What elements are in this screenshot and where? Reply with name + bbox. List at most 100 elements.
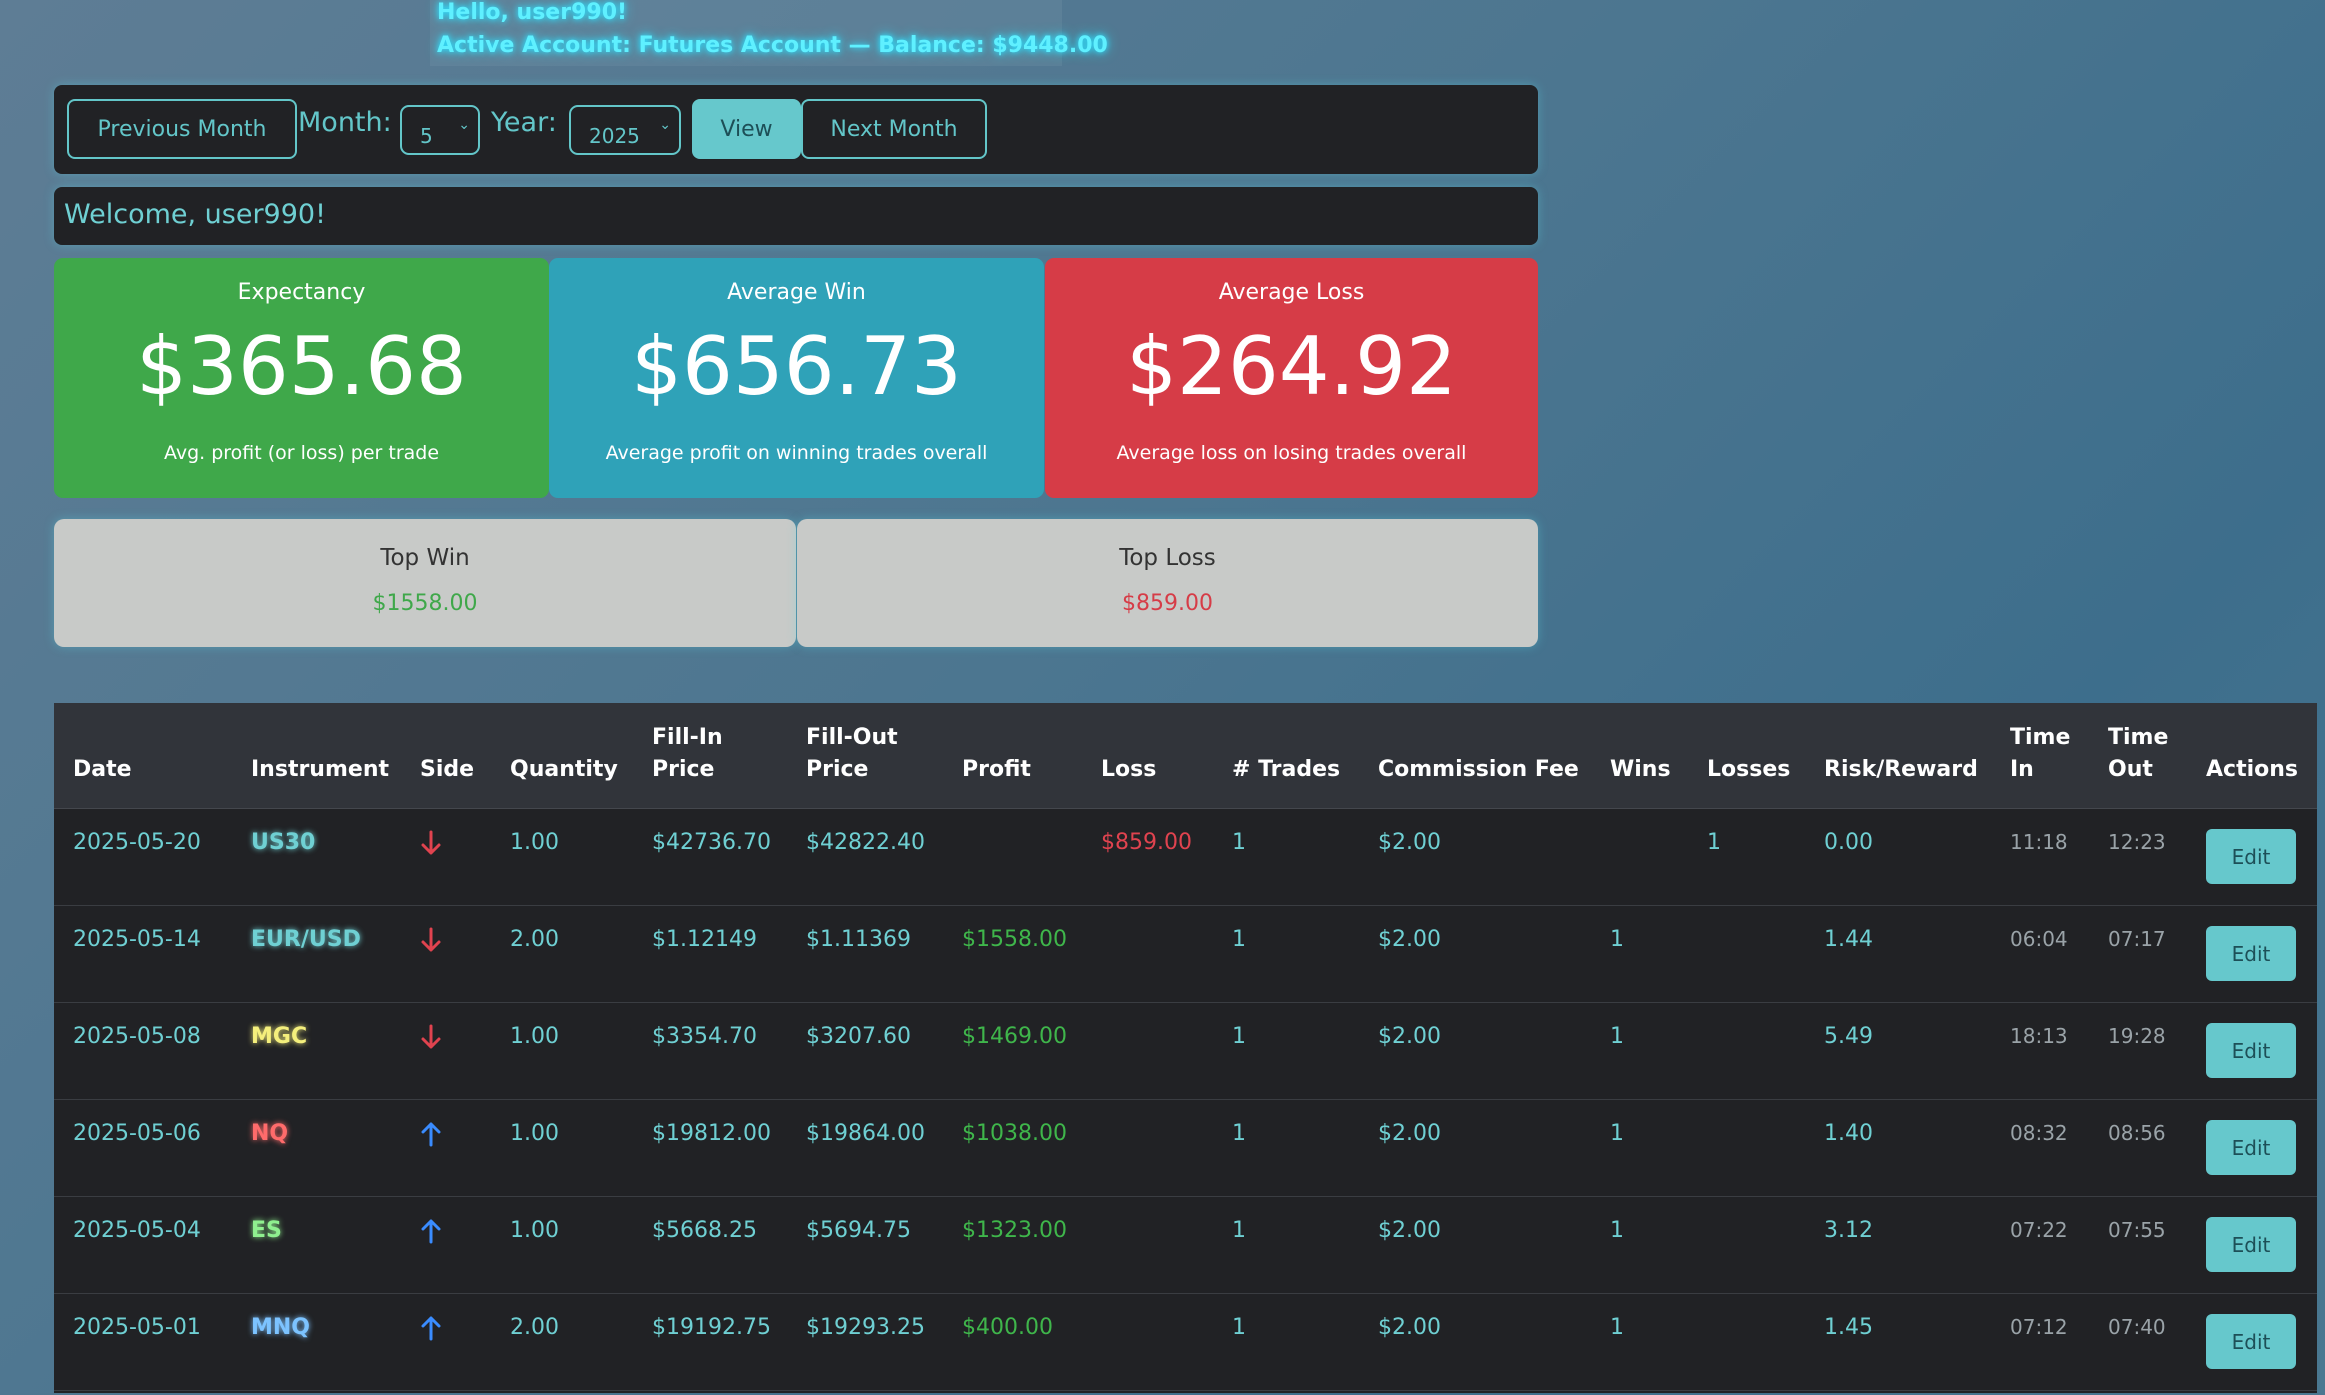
cell-profit: $1038.00 — [962, 1121, 1067, 1146]
header-fill-in-line2: Price — [652, 757, 715, 782]
cell-fill-in: $5668.25 — [652, 1218, 757, 1243]
cell-fill-out: $1.11369 — [806, 927, 911, 952]
edit-button[interactable]: Edit — [2206, 1023, 2296, 1078]
cell-trades: 1 — [1232, 1315, 1246, 1340]
header-loss: Loss — [1101, 757, 1157, 782]
expectancy-card: Expectancy $365.68 Avg. profit (or loss)… — [54, 258, 549, 498]
cell-instrument: ES — [251, 1218, 282, 1243]
year-select[interactable]: 2025 ⌄ — [569, 105, 681, 155]
edit-button[interactable]: Edit — [2206, 1217, 2296, 1272]
arrow-up-icon — [421, 1122, 441, 1147]
header-wins: Wins — [1610, 757, 1671, 782]
cell-time-out: 19:28 — [2108, 1024, 2166, 1048]
month-navigation: Previous Month Month: 5 ⌄ Year: 2025 ⌄ V… — [54, 85, 1538, 174]
cell-quantity: 2.00 — [510, 1315, 559, 1340]
card-subtitle: Avg. profit (or loss) per trade — [163, 442, 440, 464]
cell-commission: $2.00 — [1378, 1121, 1441, 1146]
cell-losses: 1 — [1707, 830, 1721, 855]
cell-date: 2025-05-14 — [73, 927, 201, 952]
header-fill-out-line2: Price — [806, 757, 869, 782]
arrow-up-icon — [421, 1219, 441, 1244]
cell-time-in: 18:13 — [2010, 1024, 2068, 1048]
cell-rr: 1.40 — [1824, 1121, 1873, 1146]
cell-time-out: 08:56 — [2108, 1121, 2166, 1145]
cell-instrument: EUR/USD — [251, 927, 361, 952]
cell-time-in: 06:04 — [2010, 927, 2068, 951]
next-month-button[interactable]: Next Month — [801, 99, 987, 159]
edit-button[interactable]: Edit — [2206, 829, 2296, 884]
welcome-text: Welcome, user990! — [64, 199, 326, 230]
cell-fill-out: $5694.75 — [806, 1218, 911, 1243]
table-row: 2025-05-06 NQ 1.00 $19812.00 $19864.00 $1038.… — [54, 1099, 2317, 1197]
header-fill-out-line1: Fill-Out — [806, 725, 898, 750]
cell-time-in: 07:12 — [2010, 1315, 2068, 1339]
cell-time-out: 07:40 — [2108, 1315, 2166, 1339]
header-profit: Profit — [962, 757, 1031, 782]
table-row: 2025-05-14 EUR/USD 2.00 $1.12149 $1.11369 $15… — [54, 905, 2317, 1003]
cell-rr: 0.00 — [1824, 830, 1873, 855]
previous-month-button[interactable]: Previous Month — [67, 99, 297, 159]
cell-trades: 1 — [1232, 1121, 1246, 1146]
header-time-in-line2: In — [2010, 757, 2034, 782]
header-date: Date — [73, 757, 132, 782]
header-actions: Actions — [2206, 757, 2298, 782]
cell-time-in: 08:32 — [2010, 1121, 2068, 1145]
cell-date: 2025-05-20 — [73, 830, 201, 855]
top-win-card: Top Win $1558.00 — [54, 519, 796, 647]
cell-fill-in: $1.12149 — [652, 927, 757, 952]
cell-time-out: 12:23 — [2108, 830, 2166, 854]
cell-quantity: 1.00 — [510, 1024, 559, 1049]
cell-commission: $2.00 — [1378, 830, 1441, 855]
table-row: 2025-05-04 ES 1.00 $5668.25 $5694.75 $1323.00… — [54, 1196, 2317, 1294]
cell-commission: $2.00 — [1378, 927, 1441, 952]
card-subtitle: Average profit on winning trades overall — [605, 442, 988, 464]
cell-trades: 1 — [1232, 927, 1246, 952]
cell-fill-out: $19864.00 — [806, 1121, 925, 1146]
cell-rr: 3.12 — [1824, 1218, 1873, 1243]
month-select[interactable]: 5 ⌄ — [400, 105, 480, 155]
header-time-out-line2: Out — [2108, 757, 2153, 782]
active-account-text: Active Account: Futures Account — Balanc… — [437, 33, 1108, 58]
cell-fill-out: $3207.60 — [806, 1024, 911, 1049]
cell-time-in: 11:18 — [2010, 830, 2068, 854]
cell-fill-in: $19812.00 — [652, 1121, 771, 1146]
header-instrument: Instrument — [251, 757, 389, 782]
cell-quantity: 2.00 — [510, 927, 559, 952]
cell-time-in: 07:22 — [2010, 1218, 2068, 1242]
header-fill-in: Fill-In Price — [652, 722, 723, 786]
cell-fill-out: $42822.40 — [806, 830, 925, 855]
welcome-banner: Welcome, user990! — [54, 187, 1538, 245]
cell-rr: 1.45 — [1824, 1315, 1873, 1340]
cell-wins: 1 — [1610, 1315, 1624, 1340]
arrow-down-icon — [421, 830, 441, 855]
cell-loss: $859.00 — [1101, 830, 1192, 855]
header-time-in-line1: Time — [2010, 725, 2071, 750]
header-losses: Losses — [1707, 757, 1791, 782]
header-fill-in-line1: Fill-In — [652, 725, 723, 750]
cell-quantity: 1.00 — [510, 1121, 559, 1146]
cell-fill-in: $3354.70 — [652, 1024, 757, 1049]
edit-button[interactable]: Edit — [2206, 926, 2296, 981]
header-time-out: Time Out — [2108, 722, 2168, 786]
top-loss-title: Top Loss — [1119, 545, 1216, 571]
card-title: Average Loss — [1218, 280, 1365, 305]
edit-button[interactable]: Edit — [2206, 1314, 2296, 1369]
cell-time-out: 07:55 — [2108, 1218, 2166, 1242]
table-header: Date Instrument Side Quantity Fill-In Pr… — [54, 703, 2317, 809]
top-win-title: Top Win — [380, 545, 470, 571]
cell-instrument: NQ — [251, 1121, 289, 1146]
view-button[interactable]: View — [692, 99, 801, 159]
cell-commission: $2.00 — [1378, 1218, 1441, 1243]
header-quantity: Quantity — [510, 757, 618, 782]
edit-button[interactable]: Edit — [2206, 1120, 2296, 1175]
table-row: 2025-05-08 MGC 1.00 $3354.70 $3207.60 $1469.0… — [54, 1002, 2317, 1100]
cell-wins: 1 — [1610, 1024, 1624, 1049]
cell-instrument: US30 — [251, 830, 316, 855]
arrow-down-icon — [421, 1024, 441, 1049]
cell-profit: $1323.00 — [962, 1218, 1067, 1243]
header-time-out-line1: Time — [2108, 725, 2169, 750]
cell-profit: $400.00 — [962, 1315, 1053, 1340]
card-value: $656.73 — [631, 320, 962, 413]
cell-instrument: MGC — [251, 1024, 308, 1049]
cell-date: 2025-05-08 — [73, 1024, 201, 1049]
